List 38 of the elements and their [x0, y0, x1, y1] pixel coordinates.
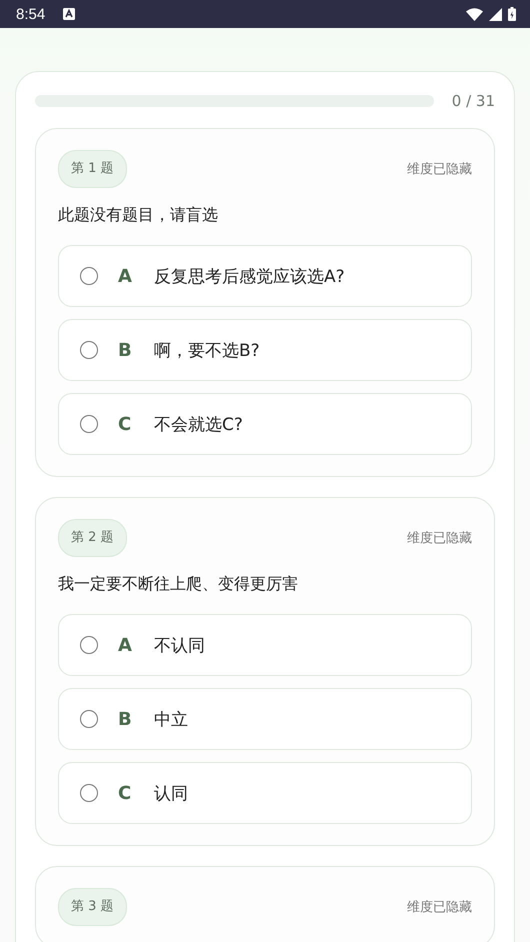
answer-option[interactable]: C 认同 — [58, 762, 472, 824]
notification-icon — [63, 8, 76, 20]
option-letter: B — [118, 340, 133, 360]
question-number: 第 3 题 — [58, 888, 127, 926]
clock-time: 8:54 — [16, 6, 46, 22]
radio-button[interactable] — [80, 267, 98, 285]
option-label: 中立 — [154, 708, 188, 730]
answer-option[interactable]: A 不认同 — [58, 614, 472, 676]
option-label: 不会就选C? — [154, 414, 243, 436]
radio-button[interactable] — [80, 636, 98, 654]
progress-count: 0 / 31 — [452, 92, 495, 110]
dimension-note: 维度已隐藏 — [407, 530, 472, 547]
option-letter: C — [118, 414, 132, 434]
dimension-note: 维度已隐藏 — [407, 899, 472, 916]
option-letter: A — [118, 266, 133, 286]
option-letter: B — [118, 708, 133, 730]
option-label: 反复思考后感觉应该选A? — [154, 266, 345, 288]
option-label: 认同 — [154, 782, 188, 804]
radio-button[interactable] — [80, 710, 98, 728]
dimension-note: 维度已隐藏 — [407, 161, 472, 178]
question-number: 第 1 题 — [58, 150, 127, 188]
answer-option[interactable]: B 啊，要不选B? — [58, 319, 472, 381]
radio-button[interactable] — [80, 784, 98, 802]
option-letter: C — [118, 782, 132, 804]
option-label: 啊，要不选B? — [154, 340, 260, 362]
wifi-icon — [466, 8, 483, 20]
battery-icon — [508, 7, 516, 21]
question-number: 第 2 题 — [58, 519, 127, 557]
answer-option[interactable]: A 反复思考后感觉应该选A? — [58, 245, 472, 307]
answer-option[interactable]: C 不会就选C? — [58, 393, 472, 455]
radio-button[interactable] — [80, 415, 98, 433]
answer-option[interactable]: B 中立 — [58, 688, 472, 750]
option-letter: A — [118, 634, 133, 656]
signal-icon — [489, 8, 502, 20]
question-text: 我一定要不断往上爬、变得更厉害 — [58, 574, 299, 595]
question-text: 此题没有题目，请盲选 — [58, 205, 219, 226]
option-label: 不认同 — [154, 634, 205, 656]
radio-button[interactable] — [80, 341, 98, 359]
